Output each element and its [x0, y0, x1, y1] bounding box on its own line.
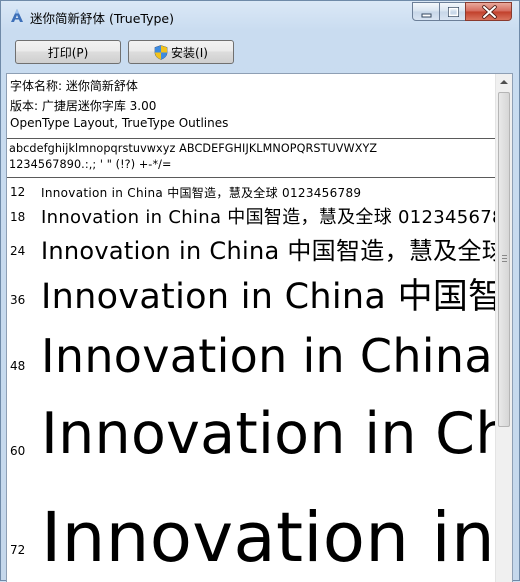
thumb-grip	[502, 255, 507, 256]
install-button-label: 安装(I)	[171, 45, 208, 60]
sample-row-48: 48 Innovation in China 中国智造，慧及全球 0123456…	[7, 316, 497, 382]
print-button[interactable]: 打印(P)	[15, 40, 121, 64]
sample-row-36: 36 Innovation in China 中国智造，慧及全球 0123456…	[7, 264, 497, 316]
sample-text: Innovation in China 中国智造，慧及全球 0123456789	[41, 401, 497, 466]
print-button-label: 打印(P)	[47, 45, 89, 60]
font-preview-area[interactable]: 字体名称: 迷你简新舒体 版本: 广捷居迷你字库 3.00 OpenType L…	[6, 73, 513, 582]
font-version-text: 版本: 广捷居迷你字库 3.00	[10, 99, 157, 113]
sample-text: Innovation in China 中国智造，慧及全球 0123456789	[41, 277, 497, 316]
sample-text: Innovation in China 中国智造，慧及全球 0123456789	[41, 186, 362, 200]
font-viewer-window: 迷你简新舒体 (TrueType) 打印(P) 安装(I) 字体名称: 迷你简新…	[0, 0, 520, 582]
maximize-icon	[448, 7, 459, 17]
divider	[7, 138, 497, 139]
toolbar: 打印(P) 安装(I)	[6, 35, 514, 67]
window-title: 迷你简新舒体 (TrueType)	[30, 11, 174, 26]
font-outline-type-text: OpenType Layout, TrueType Outlines	[10, 116, 229, 130]
charset-letters: abcdefghijklmnopqrstuvwxyz ABCDEFGHIJKLM…	[9, 142, 378, 155]
uac-shield-icon	[154, 44, 168, 60]
vertical-scrollbar[interactable]	[495, 74, 512, 582]
font-app-icon	[9, 8, 25, 24]
close-button[interactable]	[465, 2, 512, 21]
install-button[interactable]: 安装(I)	[128, 40, 234, 64]
sample-size-label: 24	[10, 244, 26, 258]
sample-text: Innovation in China 中国智造，慧及全球 0123456789	[41, 498, 497, 578]
sample-size-label: 18	[10, 210, 26, 224]
sample-row-24: 24 Innovation in China 中国智造，慧及全球 0123456…	[7, 228, 497, 264]
title-bar[interactable]: 迷你简新舒体 (TrueType)	[1, 1, 519, 31]
sample-text: Innovation in China 中国智造，慧及全球 0123456789	[41, 329, 497, 382]
sample-row-60: 60 Innovation in China 中国智造，慧及全球 0123456…	[7, 382, 497, 466]
sample-text: Innovation in China 中国智造，慧及全球 0123456789	[41, 207, 497, 228]
sample-size-label: 48	[10, 359, 26, 373]
arrow-up-icon	[500, 80, 508, 84]
sample-size-label: 60	[10, 444, 26, 458]
sample-size-label: 12	[10, 185, 26, 199]
minimize-button[interactable]	[412, 2, 440, 21]
minimize-icon	[421, 13, 432, 18]
sample-row-72: 72 Innovation in China 中国智造，慧及全球 0123456…	[7, 466, 497, 582]
thumb-grip	[502, 261, 507, 262]
maximize-button[interactable]	[439, 2, 466, 21]
sample-size-label: 72	[10, 543, 26, 557]
font-name-text: 字体名称: 迷你简新舒体	[10, 79, 138, 93]
sample-size-label: 36	[10, 293, 26, 307]
sample-row-18: 18 Innovation in China 中国智造，慧及全球 0123456…	[7, 201, 497, 228]
sample-text: Innovation in China 中国智造，慧及全球 0123456789	[41, 237, 497, 264]
close-icon	[482, 5, 497, 19]
scroll-up-button[interactable]	[496, 74, 512, 91]
thumb-grip	[502, 258, 507, 259]
charset-digits-symbols: 1234567890.:,; ' " (!?) +-*/=	[9, 158, 172, 171]
scrollbar-thumb[interactable]	[498, 92, 510, 427]
sample-row-12: 12 Innovation in China 中国智造，慧及全球 0123456…	[7, 183, 497, 201]
divider	[7, 177, 497, 178]
